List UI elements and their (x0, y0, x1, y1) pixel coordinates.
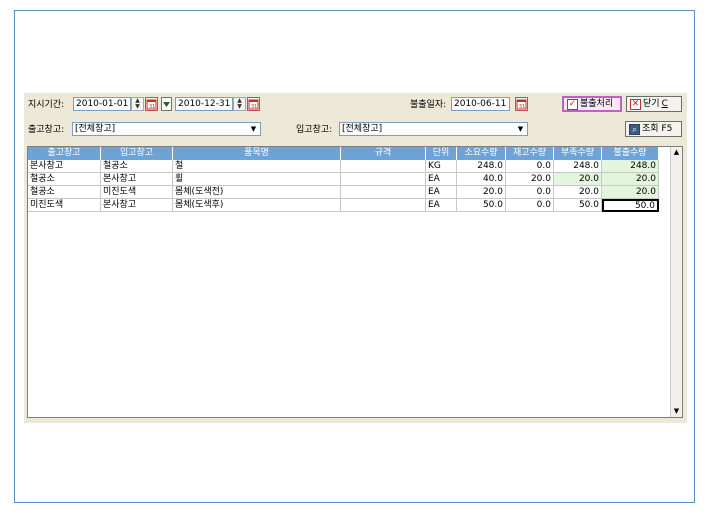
column-header-stock-qty[interactable]: 재고수량 (506, 147, 554, 160)
data-grid[interactable]: 출고창고 입고창고 품목명 규격 단위 소요수량 재고수량 부족수량 불출수량 … (27, 146, 683, 418)
in-warehouse-label: 입고창고: (296, 125, 333, 135)
column-header-issue-qty[interactable]: 불출수량 (602, 147, 659, 160)
cell-short-qty[interactable]: 50.0 (554, 199, 602, 212)
column-header-in-warehouse[interactable]: 입고창고 (101, 147, 173, 160)
cell-stock-qty[interactable]: 0.0 (506, 160, 554, 173)
in-warehouse-select[interactable]: [전체창고] ▼ (339, 122, 528, 136)
table-row[interactable]: 미진도색 본사창고 몸체(도색후) EA 50.0 0.0 50.0 50.0 (28, 199, 659, 212)
calendar-from-icon[interactable]: 31 (145, 97, 158, 111)
period-label: 지시기간: (28, 100, 65, 110)
cell-item-name[interactable]: 철 (173, 160, 341, 173)
calendar-issue-icon[interactable]: 31 (515, 97, 528, 111)
column-header-spec[interactable]: 규격 (341, 147, 426, 160)
cell-required-qty[interactable]: 40.0 (457, 173, 506, 186)
date-to-spinner[interactable]: ▲ ▼ (233, 97, 246, 111)
cell-short-qty[interactable]: 20.0 (554, 173, 602, 186)
scroll-up-icon[interactable]: ▲ (671, 147, 682, 158)
in-warehouse-value: [전체창고] (342, 124, 383, 134)
cell-required-qty[interactable]: 20.0 (457, 186, 506, 199)
column-header-unit[interactable]: 단위 (426, 147, 457, 160)
close-hotkey: C (661, 99, 668, 109)
cell-unit[interactable]: EA (426, 173, 457, 186)
cell-issue-qty[interactable]: 248.0 (602, 160, 659, 173)
out-warehouse-label: 출고창고: (28, 125, 65, 135)
grid-body: 본사창고 철공소 철 KG 248.0 0.0 248.0 248.0 철공소 … (28, 160, 659, 212)
calendar-to-icon[interactable]: 31 (247, 97, 260, 111)
close-button[interactable]: ✕ 닫기 C (626, 96, 682, 112)
cell-in-warehouse[interactable]: 미진도색 (101, 186, 173, 199)
close-label: 닫기 (643, 99, 660, 109)
svg-text:31: 31 (519, 104, 525, 110)
cell-stock-qty[interactable]: 20.0 (506, 173, 554, 186)
cell-item-name[interactable]: 몸체(도색후) (173, 199, 341, 212)
cell-unit[interactable]: EA (426, 199, 457, 212)
column-header-out-warehouse[interactable]: 출고창고 (28, 147, 101, 160)
table-row[interactable]: 본사창고 철공소 철 KG 248.0 0.0 248.0 248.0 (28, 160, 659, 173)
check-icon: ✓ (567, 98, 578, 110)
column-header-short-qty[interactable]: 부족수량 (554, 147, 602, 160)
chevron-down-icon: ▼ (250, 125, 257, 133)
vertical-scrollbar[interactable]: ▲ ▼ (670, 147, 682, 417)
cell-out-warehouse[interactable]: 미진도색 (28, 199, 101, 212)
search-button[interactable]: ⌕ 조회 F5 (625, 121, 682, 137)
search-label: 조회 F5 (642, 124, 673, 134)
cell-required-qty[interactable]: 50.0 (457, 199, 506, 212)
out-warehouse-select[interactable]: [전체창고] ▼ (72, 122, 261, 136)
cell-stock-qty[interactable]: 0.0 (506, 199, 554, 212)
column-header-required-qty[interactable]: 소요수량 (457, 147, 506, 160)
cell-in-warehouse[interactable]: 본사창고 (101, 199, 173, 212)
cell-spec[interactable] (341, 186, 426, 199)
cell-in-warehouse[interactable]: 본사창고 (101, 173, 173, 186)
svg-text:31: 31 (149, 104, 155, 110)
table-row[interactable]: 철공소 본사창고 휠 EA 40.0 20.0 20.0 20.0 (28, 173, 659, 186)
svg-text:31: 31 (251, 104, 257, 110)
issue-date-field[interactable]: 2010-06-11 (451, 97, 510, 111)
cell-item-name[interactable]: 휠 (173, 173, 341, 186)
out-warehouse-value: [전체창고] (75, 124, 116, 134)
cell-out-warehouse[interactable]: 본사창고 (28, 160, 101, 173)
cell-item-name[interactable]: 몸체(도색전) (173, 186, 341, 199)
cell-issue-qty[interactable]: 20.0 (602, 173, 659, 186)
search-icon: ⌕ (629, 123, 640, 135)
cell-unit[interactable]: EA (426, 186, 457, 199)
table-row[interactable]: 철공소 미진도색 몸체(도색전) EA 20.0 0.0 20.0 20.0 (28, 186, 659, 199)
process-issue-label: 불출처리 (580, 99, 614, 109)
cell-in-warehouse[interactable]: 철공소 (101, 160, 173, 173)
cell-out-warehouse[interactable]: 철공소 (28, 186, 101, 199)
cell-short-qty[interactable]: 20.0 (554, 186, 602, 199)
cell-spec[interactable] (341, 199, 426, 212)
cell-required-qty[interactable]: 248.0 (457, 160, 506, 173)
date-from-spinner[interactable]: ▲ ▼ (131, 97, 144, 111)
period-dropdown-button[interactable] (161, 97, 172, 111)
cell-spec[interactable] (341, 173, 426, 186)
cell-issue-qty-selected[interactable]: 50.0 (602, 199, 659, 212)
date-from-field[interactable]: 2010-01-01 (73, 97, 131, 111)
issue-date-label: 불출일자: (410, 100, 447, 110)
cell-unit[interactable]: KG (426, 160, 457, 173)
grid-header: 출고창고 입고창고 품목명 규격 단위 소요수량 재고수량 부족수량 불출수량 (28, 147, 659, 160)
process-issue-button[interactable]: ✓ 불출처리 (562, 96, 622, 112)
cell-stock-qty[interactable]: 0.0 (506, 186, 554, 199)
close-icon: ✕ (630, 98, 641, 110)
date-to-field[interactable]: 2010-12-31 (175, 97, 233, 111)
cell-out-warehouse[interactable]: 철공소 (28, 173, 101, 186)
cell-issue-qty[interactable]: 20.0 (602, 186, 659, 199)
scroll-down-icon[interactable]: ▼ (671, 406, 682, 417)
chevron-down-icon: ▼ (517, 125, 524, 133)
cell-short-qty[interactable]: 248.0 (554, 160, 602, 173)
column-header-item-name[interactable]: 품목명 (173, 147, 341, 160)
cell-spec[interactable] (341, 160, 426, 173)
